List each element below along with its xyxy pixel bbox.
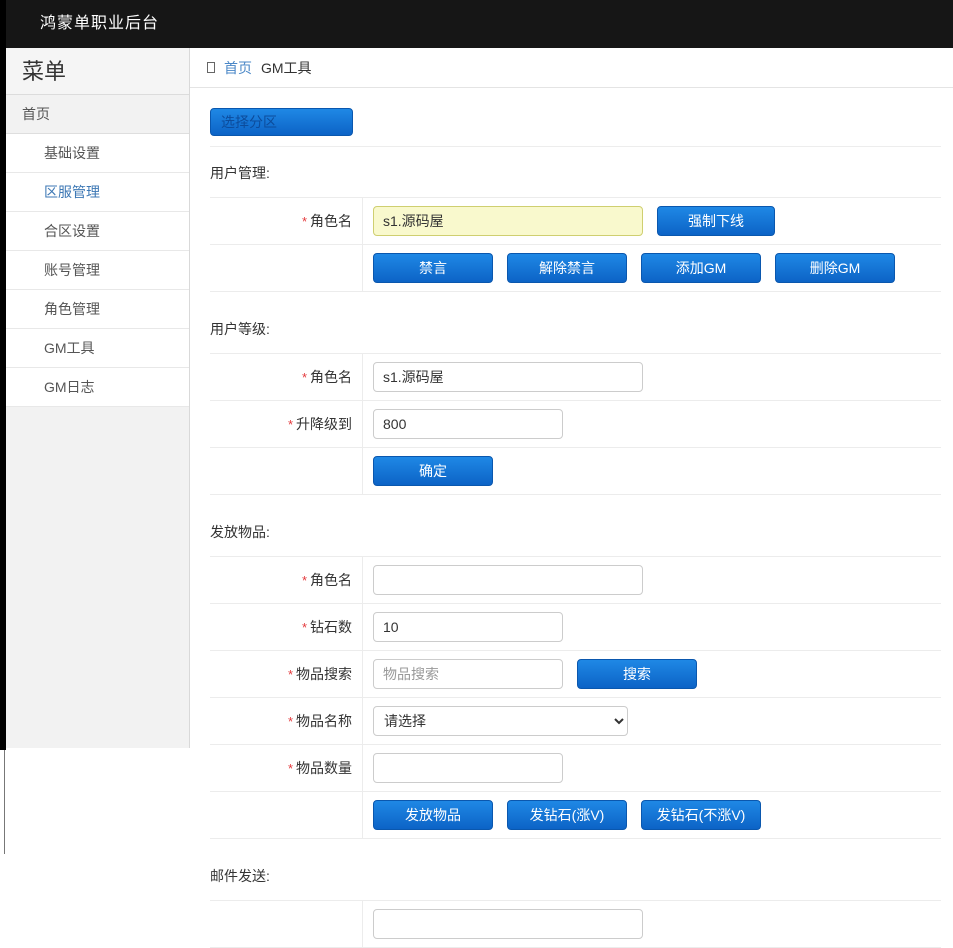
give-item-button[interactable]: 发放物品 (373, 800, 493, 830)
form-row-role: * 角色名 (210, 354, 941, 401)
sidebar-item-merge-settings[interactable]: 合区设置 (6, 212, 189, 251)
form-row-give-actions: 发放物品 发钻石(涨V) 发钻石(不涨V) (210, 792, 941, 839)
give-diamond-novip-button[interactable]: 发钻石(不涨V) (641, 800, 761, 830)
section-divider (210, 146, 941, 147)
user-manage-form: * 角色名 强制下线 禁言 解除禁言 添加GM 删除GM (210, 197, 941, 292)
search-button[interactable]: 搜索 (577, 659, 697, 689)
user-manage-title: 用户管理: (210, 163, 941, 183)
sidebar-header: 菜单 (6, 48, 189, 95)
role-name-label: * 角色名 (210, 557, 363, 603)
required-asterisk: * (288, 417, 293, 432)
sidebar-item-role-manage[interactable]: 角色管理 (6, 290, 189, 329)
form-row-level: * 升降级到 (210, 401, 941, 448)
role-name-input[interactable] (373, 206, 643, 236)
item-count-label: * 物品数量 (210, 745, 363, 791)
required-asterisk: * (302, 620, 307, 635)
home-icon (207, 62, 215, 73)
form-row-actions: 禁言 解除禁言 添加GM 删除GM (210, 245, 941, 292)
breadcrumb-home-link[interactable]: 首页 (224, 58, 252, 78)
form-row-item-name: * 物品名称 请选择 (210, 698, 941, 745)
role-name-label: * 角色名 (210, 354, 363, 400)
give-items-title: 发放物品: (210, 522, 941, 542)
form-row-item-search: * 物品搜索 搜索 (210, 651, 941, 698)
give-items-form: * 角色名 * 钻石数 * 物品搜索 (210, 556, 941, 839)
item-search-input[interactable] (373, 659, 563, 689)
form-row-diamond: * 钻石数 (210, 604, 941, 651)
app-title: 鸿蒙单职业后台 (40, 0, 159, 48)
sidebar-item-home[interactable]: 首页 (6, 95, 189, 134)
top-bar: 鸿蒙单职业后台 (0, 0, 953, 48)
level-value-input[interactable] (373, 409, 563, 439)
item-name-label: * 物品名称 (210, 698, 363, 744)
mail-send-title: 邮件发送: (210, 866, 941, 886)
required-asterisk: * (302, 573, 307, 588)
give-diamond-vip-button[interactable]: 发钻石(涨V) (507, 800, 627, 830)
required-asterisk: * (288, 714, 293, 729)
form-row-item-count: * 物品数量 (210, 745, 941, 792)
user-level-title: 用户等级: (210, 319, 941, 339)
sidebar: 菜单 首页 基础设置 区服管理 合区设置 账号管理 角色管理 GM工具 GM日志 (6, 48, 190, 748)
diamond-count-input[interactable] (373, 612, 563, 642)
form-row-confirm: 确定 (210, 448, 941, 495)
main-panel: 首页 GM工具 选择分区 用户管理: * 角色名 强制下线 禁言 (190, 48, 953, 854)
sidebar-item-account-manage[interactable]: 账号管理 (6, 251, 189, 290)
select-zone-button[interactable]: 选择分区 (210, 108, 353, 136)
required-asterisk: * (302, 214, 307, 229)
left-border-line (4, 750, 5, 854)
delete-gm-button[interactable]: 删除GM (775, 253, 895, 283)
confirm-button[interactable]: 确定 (373, 456, 493, 486)
breadcrumb: 首页 GM工具 (190, 48, 953, 88)
breadcrumb-current: GM工具 (261, 58, 312, 78)
force-offline-button[interactable]: 强制下线 (657, 206, 775, 236)
user-level-form: * 角色名 * 升降级到 确定 (210, 353, 941, 495)
diamond-count-label: * 钻石数 (210, 604, 363, 650)
required-asterisk: * (288, 761, 293, 776)
role-name-label: * 角色名 (210, 198, 363, 244)
sidebar-item-server-manage[interactable]: 区服管理 (6, 173, 189, 212)
required-asterisk: * (288, 667, 293, 682)
level-to-label: * 升降级到 (210, 401, 363, 447)
mute-button[interactable]: 禁言 (373, 253, 493, 283)
item-name-select[interactable]: 请选择 (373, 706, 628, 736)
give-role-name-input[interactable] (373, 565, 643, 595)
sidebar-item-gm-logs[interactable]: GM日志 (6, 368, 189, 407)
content-area: 选择分区 用户管理: * 角色名 强制下线 禁言 解除禁言 添加GM (190, 88, 953, 948)
item-count-input[interactable] (373, 753, 563, 783)
required-asterisk: * (302, 370, 307, 385)
sidebar-item-gm-tools[interactable]: GM工具 (6, 329, 189, 368)
item-search-label: * 物品搜索 (210, 651, 363, 697)
level-role-name-input[interactable] (373, 362, 643, 392)
add-gm-button[interactable]: 添加GM (641, 253, 761, 283)
mail-input[interactable] (373, 909, 643, 939)
unmute-button[interactable]: 解除禁言 (507, 253, 627, 283)
form-row-role: * 角色名 强制下线 (210, 198, 941, 245)
form-row-mail (210, 901, 941, 948)
sidebar-item-basic-settings[interactable]: 基础设置 (6, 134, 189, 173)
form-row-role: * 角色名 (210, 557, 941, 604)
mail-send-form (210, 900, 941, 948)
